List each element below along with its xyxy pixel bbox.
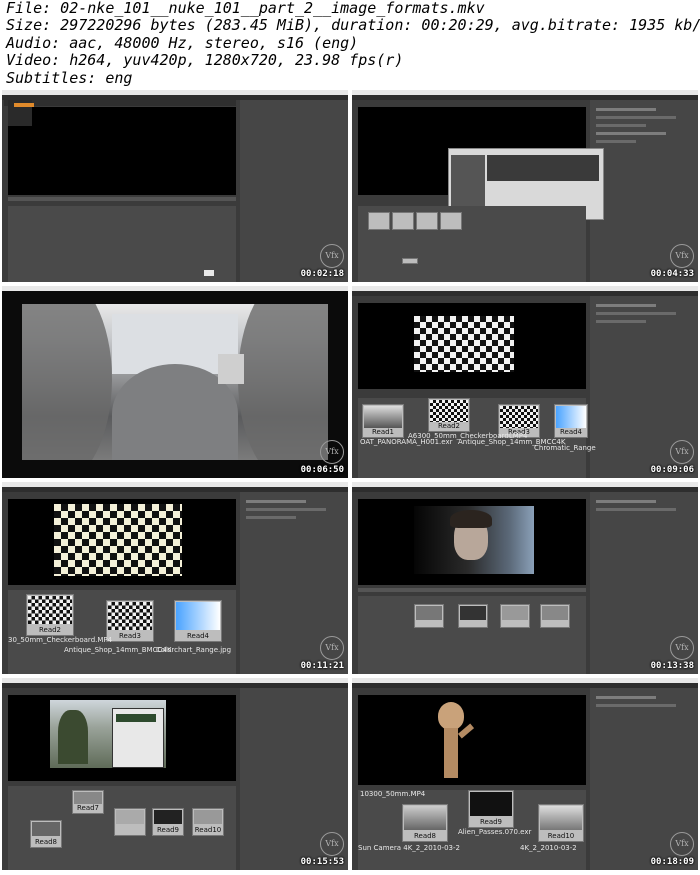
checkerboard-image [54, 504, 182, 576]
read-node[interactable] [458, 604, 488, 628]
node-graph: Read7 Read8 Read9 Read10 [8, 786, 236, 870]
vfx-logo: Vfx [320, 832, 344, 856]
node-graph: 10300_50mm.MP4 Read8 Read9 Read10 Alien_… [358, 790, 586, 870]
read-node[interactable]: Read4 [174, 600, 222, 642]
read-node[interactable] [540, 604, 570, 628]
timestamp: 00:11:21 [300, 661, 344, 671]
node-label: Read4 [186, 632, 210, 640]
timestamp: 00:02:18 [300, 269, 344, 279]
node-label: Read2 [437, 422, 461, 430]
vfx-logo: Vfx [670, 440, 694, 464]
timeline-bar[interactable] [8, 197, 236, 201]
node-filename: Chromatic_Range [534, 444, 596, 452]
node-label: Read9 [479, 818, 503, 826]
node-tile[interactable] [402, 258, 418, 264]
node-graph [358, 596, 586, 674]
read-node[interactable] [114, 808, 146, 836]
read-node[interactable]: Read9 [152, 808, 184, 836]
file-size-line: Size: 297220296 bytes (283.45 MiB), dura… [6, 16, 700, 35]
node-stub[interactable] [204, 270, 214, 276]
node-tile[interactable] [392, 212, 414, 230]
read-node[interactable]: Read2 [428, 398, 470, 432]
viewer-toolbar [4, 100, 236, 106]
timeline-bar[interactable] [358, 588, 586, 592]
timestamp: 00:04:33 [650, 269, 694, 279]
node-label: Read2 [38, 626, 62, 634]
node-label: Read8 [413, 832, 437, 840]
node-filename: 30_50mm_Checkerboard.MP4 [8, 636, 113, 644]
timestamp: 00:06:50 [300, 465, 344, 475]
thumbnail-frame-1[interactable]: Vfx 00:02:18 [2, 90, 348, 282]
node-tile[interactable] [368, 212, 390, 230]
node-tile[interactable] [416, 212, 438, 230]
node-label: Read8 [34, 838, 58, 846]
vfx-logo: Vfx [670, 832, 694, 856]
node-filename: 10300_50mm.MP4 [360, 790, 426, 798]
thumbnail-frame-4[interactable]: Read1 Read2 Read3 Read4 OAT_PANORAMA_H00… [352, 286, 698, 478]
read-node[interactable]: Read8 [30, 820, 62, 848]
thumbnail-frame-3[interactable]: Vfx 00:06:50 [2, 286, 348, 478]
node-graph [358, 206, 586, 282]
viewer-panel [8, 107, 236, 195]
panorama-image [22, 304, 328, 460]
node-label: Read9 [156, 826, 180, 834]
thumbnail-frame-7[interactable]: Read7 Read8 Read9 Read10 Vfx 00:15:53 [2, 678, 348, 870]
thumbnail-frame-6[interactable]: Vfx 00:13:38 [352, 482, 698, 674]
read-node[interactable]: Read1 [362, 404, 404, 438]
vfx-logo: Vfx [320, 244, 344, 268]
node-label: Read4 [559, 428, 583, 436]
vfx-logo: Vfx [670, 244, 694, 268]
checkerboard-image [414, 316, 514, 372]
node-filename: Sun Camera 4K_2_2010-03-2 [358, 844, 460, 852]
read-node[interactable]: Read2 [26, 594, 74, 636]
thumbnail-frame-5[interactable]: Read2 Read3 Read4 30_50mm_Checkerboard.M… [2, 482, 348, 674]
file-name-line: File: 02-nke_101__nuke_101__part_2__imag… [6, 0, 485, 17]
thumbnail-frame-2[interactable]: Vfx 00:04:33 [352, 90, 698, 282]
file-info-header: File: 02-nke_101__nuke_101__part_2__imag… [6, 0, 700, 88]
node-graph: Read2 Read3 Read4 30_50mm_Checkerboard.M… [8, 590, 236, 674]
read-node[interactable]: Read10 [538, 804, 584, 842]
read-node[interactable]: Read3 [106, 600, 154, 642]
alien-render [432, 698, 476, 782]
read-node[interactable] [414, 604, 444, 628]
read-node[interactable]: Read10 [192, 808, 224, 836]
node-tile[interactable] [440, 212, 462, 230]
vfx-logo: Vfx [670, 636, 694, 660]
timestamp: 00:09:06 [650, 465, 694, 475]
timestamp: 00:13:38 [650, 661, 694, 671]
menu-highlight[interactable] [14, 103, 34, 107]
vfx-logo: Vfx [320, 440, 344, 464]
thumbnail-frame-8[interactable]: 10300_50mm.MP4 Read8 Read9 Read10 Alien_… [352, 678, 698, 870]
audio-info-line: Audio: aac, 48000 Hz, stereo, s16 (eng) [6, 33, 359, 52]
read-node[interactable]: Read8 [402, 804, 448, 842]
node-filename: 4K_2_2010-03-2 [520, 844, 577, 852]
node-label: Read10 [194, 826, 222, 834]
node-graph [8, 206, 236, 282]
timestamp: 00:15:53 [300, 857, 344, 867]
timestamp: 00:18:09 [650, 857, 694, 867]
node-filename: Alien_Passes.070.exr [458, 828, 532, 836]
node-label: Read10 [547, 832, 575, 840]
read-node[interactable]: Read4 [554, 404, 588, 438]
node-label: Read3 [118, 632, 142, 640]
subtitles-info-line: Subtitles: eng [6, 68, 133, 87]
read-node[interactable] [500, 604, 530, 628]
node-filename: Colorchart_Range.jpg [156, 646, 232, 654]
node-graph: Read1 Read2 Read3 Read4 OAT_PANORAMA_H00… [358, 398, 596, 478]
portrait-image [414, 506, 534, 574]
node-label: Read1 [371, 428, 395, 436]
vfx-logo: Vfx [320, 636, 344, 660]
street-image [50, 700, 166, 768]
thumbnail-grid: Vfx 00:02:18 Vfx 00:04:33 Vfx 00:06:50 R… [2, 90, 698, 874]
read-node[interactable]: Read7 [72, 790, 104, 814]
read-node[interactable]: Read9 [468, 790, 514, 828]
video-info-line: Video: h264, yuv420p, 1280x720, 23.98 fp… [6, 51, 404, 70]
node-label: Read7 [76, 804, 100, 812]
